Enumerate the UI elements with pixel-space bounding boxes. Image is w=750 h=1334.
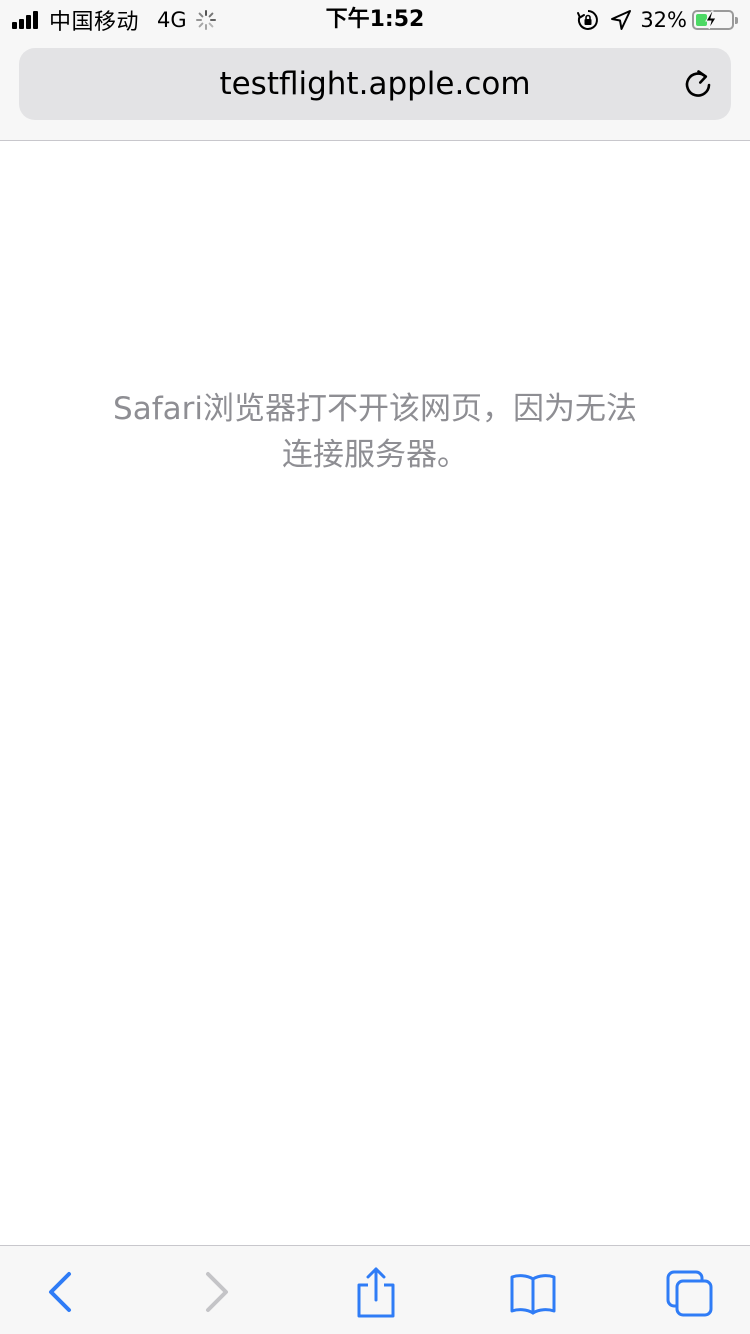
- orientation-lock-icon: [577, 10, 599, 30]
- bookmarks-book-icon[interactable]: [505, 1264, 561, 1320]
- back-chevron-icon[interactable]: [33, 1264, 89, 1320]
- status-bar: 中国移动 4G 下午1:52 32%: [0, 0, 750, 40]
- forward-chevron-icon[interactable]: [190, 1264, 246, 1320]
- battery-cap: [735, 16, 738, 24]
- tabs-icon[interactable]: [662, 1264, 718, 1320]
- safari-screen: 中国移动 4G 下午1:52 32% testflight.apple.com …: [0, 0, 750, 1334]
- tabs-button[interactable]: [662, 1264, 718, 1320]
- error-message: Safari浏览器打不开该网页，因为无法连接服务器。: [113, 391, 637, 473]
- status-bar-right: 32%: [576, 6, 738, 34]
- battery-percent: 32%: [640, 8, 687, 32]
- location-arrow-icon: [611, 10, 632, 30]
- share-icon[interactable]: [347, 1264, 403, 1320]
- bottom-toolbar: [0, 1245, 750, 1334]
- top-chrome: 中国移动 4G 下午1:52 32% testflight.apple.com: [0, 0, 750, 141]
- back-button[interactable]: [33, 1264, 89, 1320]
- address-bar[interactable]: testflight.apple.com: [19, 48, 731, 120]
- battery-charging-icon: [692, 10, 734, 30]
- bookmarks-button[interactable]: [505, 1264, 561, 1320]
- forward-button[interactable]: [190, 1264, 246, 1320]
- share-button[interactable]: [347, 1264, 403, 1320]
- reload-icon[interactable]: [681, 67, 715, 101]
- url-text[interactable]: testflight.apple.com: [19, 48, 731, 120]
